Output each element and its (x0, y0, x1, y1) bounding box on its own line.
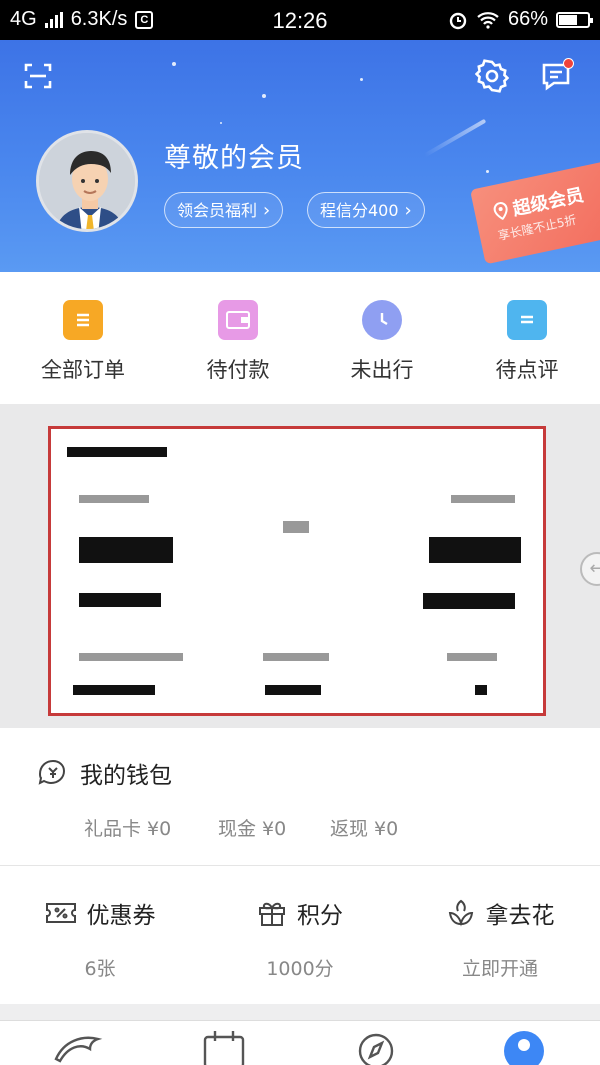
flower-icon (448, 899, 473, 927)
status-right: 66% (448, 8, 593, 31)
order-pending-payment[interactable]: 待付款 (163, 300, 313, 384)
order-to-review[interactable]: 待点评 (452, 300, 600, 384)
clock-icon (362, 300, 402, 340)
compass-icon (358, 1033, 394, 1065)
location-pin-icon (493, 202, 508, 221)
wifi-icon (477, 11, 499, 29)
coupons-item[interactable]: 优惠券 6张 (0, 866, 200, 1004)
ticket-obscured-time (429, 537, 521, 563)
messages-button[interactable] (536, 56, 576, 96)
chevron-right-icon: › (404, 199, 412, 221)
ticket-carousel: ← (0, 404, 600, 728)
coupon-icon (45, 903, 76, 923)
order-upcoming[interactable]: 未出行 (307, 300, 457, 384)
credit-score-button[interactable]: 程信分400 › (307, 192, 425, 228)
battery-icon (556, 11, 593, 28)
calendar-icon (203, 1031, 245, 1065)
wallet-cash[interactable]: 现金 ¥0 (218, 814, 286, 841)
credit-score-label: 程信分400 (320, 200, 399, 220)
wallet-piggy-icon (38, 759, 66, 785)
points-item[interactable]: 积分 1000分 (200, 866, 400, 1004)
chevron-right-icon: › (263, 199, 271, 221)
ticket-obscured-time (79, 537, 173, 563)
wallet-title: 我的钱包 (80, 763, 172, 789)
arrow-left-icon: ← (589, 558, 600, 579)
coupons-value: 6张 (84, 958, 116, 980)
settings-button[interactable] (472, 56, 512, 96)
ticket-obscured-label (263, 653, 329, 661)
decor-streak (423, 118, 487, 158)
trip-ticket-card[interactable] (48, 426, 546, 716)
nav-home[interactable] (52, 1029, 104, 1065)
wallet-section[interactable]: 我的钱包 礼品卡 ¥0 现金 ¥0 返现 ¥0 (0, 728, 600, 866)
ticket-obscured-value (475, 685, 487, 695)
super-member-badge[interactable]: 超级会员 享长隆不止5折 (470, 156, 600, 265)
naquhua-label: 拿去花 (485, 903, 555, 929)
member-benefits-label: 领会员福利 (177, 200, 258, 220)
ticket-obscured-label (79, 653, 183, 661)
member-name: 尊敬的会员 (164, 143, 304, 174)
dolphin-icon (54, 1036, 103, 1063)
order-all[interactable]: 全部订单 (8, 300, 158, 384)
member-header: 尊敬的会员 领会员福利 › 程信分400 › 超级会员 享长隆不止5折 (0, 40, 600, 272)
gear-icon (475, 59, 509, 93)
battery-percent: 66% (507, 8, 548, 30)
bottom-navigation (0, 1020, 600, 1065)
order-upcoming-label: 未出行 (350, 358, 414, 382)
profile-icon (504, 1031, 544, 1065)
ticket-obscured-station (79, 593, 161, 607)
member-benefits-button[interactable]: 领会员福利 › (164, 192, 284, 228)
ticket-obscured-label (79, 495, 149, 503)
notification-dot (563, 58, 574, 69)
ticket-obscured-value (73, 685, 155, 695)
comment-icon (507, 300, 547, 340)
scan-button[interactable] (18, 56, 58, 96)
nav-calendar[interactable] (202, 1029, 246, 1065)
coupons-label: 优惠券 (86, 903, 156, 929)
carousel-prev-button[interactable]: ← (580, 552, 600, 586)
points-value: 1000分 (266, 958, 334, 980)
naquhua-item[interactable]: 拿去花 立即开通 (400, 866, 600, 1004)
nav-discover[interactable] (356, 1029, 396, 1065)
avatar[interactable] (36, 130, 138, 232)
wallet-cashback[interactable]: 返现 ¥0 (330, 814, 398, 841)
wallet-gift-card[interactable]: 礼品卡 ¥0 (84, 814, 171, 841)
status-bar: 4G 6.3K/s C 12:26 66% (0, 0, 600, 40)
order-to-review-label: 待点评 (495, 358, 559, 382)
benefits-section: 优惠券 6张 积分 1000分 拿去花 立即开通 (0, 866, 600, 1004)
ticket-obscured-label (451, 495, 515, 503)
gift-icon (259, 902, 285, 926)
order-all-label: 全部订单 (41, 358, 125, 382)
ticket-obscured-label (447, 653, 497, 661)
points-label: 积分 (297, 903, 343, 929)
order-pending-payment-label: 待付款 (206, 358, 270, 382)
ticket-obscured-station (423, 593, 515, 609)
ticket-obscured-header (67, 447, 167, 457)
nav-profile[interactable] (502, 1029, 546, 1065)
ticket-obscured-value (265, 685, 321, 695)
wallet-icon (218, 300, 258, 340)
document-icon (63, 300, 103, 340)
naquhua-value: 立即开通 (461, 958, 538, 980)
order-shortcuts: 全部订单 待付款 未出行 待点评 (0, 272, 600, 404)
alarm-icon (449, 12, 467, 29)
ticket-obscured-mid (283, 521, 309, 533)
scan-icon (24, 63, 52, 89)
user-avatar-icon (39, 133, 135, 229)
